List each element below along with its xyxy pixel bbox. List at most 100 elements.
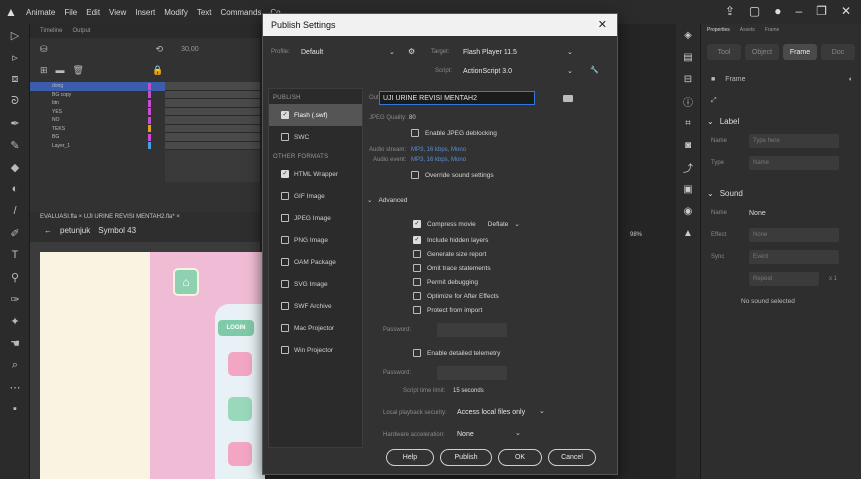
checkbox-icon[interactable] [281,346,289,354]
login-button[interactable]: LOGIN [218,320,254,336]
pin-icon[interactable]: ✦ [0,310,30,332]
publish-button[interactable]: Publish [440,449,492,466]
zoom-level[interactable]: 98% [630,232,642,238]
subselect-tool-icon[interactable]: ▹ [0,46,30,68]
checkbox-checked-icon[interactable]: ✓ [413,236,421,244]
tab-timeline[interactable]: Timeline [40,28,62,34]
format-swc[interactable]: SWC [269,126,362,148]
layer-row[interactable]: BG copy [30,91,165,100]
layer-row[interactable]: NO [30,116,165,125]
format-mac-projector[interactable]: Mac Projector [269,317,362,339]
workspace-icon[interactable]: ▢ [749,4,760,18]
telemetry-row[interactable]: Enable detailed telemetry [413,349,500,357]
frame-grid[interactable] [165,82,260,182]
checkbox-icon[interactable] [413,306,421,314]
optimize-ae-row[interactable]: Optimize for After Effects [413,292,499,300]
document-tabs[interactable]: EVALUASI.fla × UJI URINE REVISI MENTAH2.… [40,214,180,220]
line-tool-icon[interactable]: / [0,200,30,222]
new-layer-icon[interactable]: ⊞ [40,65,48,76]
selection-tool-icon[interactable]: ▷ [0,24,30,46]
menu-file[interactable]: File [64,8,77,17]
transform-dock-icon[interactable]: ⌗ [676,112,700,134]
menu-text[interactable]: Text [197,8,212,17]
crumb-symbol[interactable]: Symbol 43 [98,226,136,235]
lasso-tool-icon[interactable]: ᘐ [0,90,30,112]
checkbox-checked-icon[interactable]: ✓ [413,220,421,228]
text-tool-icon[interactable]: T [0,244,30,266]
delete-layer-icon[interactable]: 🗑 [73,65,84,76]
eraser-icon[interactable]: ◐ [0,178,30,200]
label-section[interactable]: ⌄ Label [701,112,861,130]
minimize-icon[interactable]: – [795,4,802,18]
menu-modify[interactable]: Modify [164,8,188,17]
tab-properties[interactable]: Properties [707,27,730,33]
compress-select[interactable]: Deflate [488,221,509,228]
ink-tool-icon[interactable]: ✐ [0,222,30,244]
stage-canvas[interactable]: ⌂ LOGIN [40,252,265,479]
wrench-icon[interactable]: 🔧 [590,66,599,74]
ok-button[interactable]: OK [498,449,542,466]
include-hidden-row[interactable]: ✓ Include hidden layers [413,236,488,244]
more-tools-icon[interactable]: ⋯ [0,376,30,398]
checkbox-icon[interactable] [281,192,289,200]
format-flash[interactable]: ✓ Flash (.swf) [269,104,362,126]
motion-dock-icon[interactable]: ⤴ [676,156,700,178]
menu-commands[interactable]: Commands [221,8,262,17]
home-button-icon[interactable]: ⌂ [173,268,199,296]
layer-row[interactable]: YES [30,108,165,117]
checkbox-icon[interactable] [413,292,421,300]
local-security-select[interactable]: Access local files only [453,406,525,419]
lock-icon[interactable]: 🔒 [152,65,163,76]
alert-button-icon[interactable] [228,352,252,376]
help-icon[interactable]: ◐ [849,76,853,83]
settings-icon[interactable]: ● [774,4,781,18]
checkbox-icon[interactable] [411,171,419,179]
protect-import-row[interactable]: Protect from import [413,306,482,314]
repeat-count[interactable]: x 1 [829,276,837,282]
transform-tool-icon[interactable]: ⧈ [0,68,30,90]
checkbox-icon[interactable] [281,324,289,332]
label-type-select[interactable]: Name [749,156,839,170]
script-limit-value[interactable]: 15 seconds [453,388,484,394]
checkbox-icon[interactable] [413,349,421,357]
close-icon[interactable]: ✕ [598,18,607,31]
subtab-doc[interactable]: Doc [821,44,855,60]
subtab-frame[interactable]: Frame [783,44,817,60]
password-input[interactable] [437,323,507,337]
brush-tool-icon[interactable]: ✎ [0,134,30,156]
subtab-object[interactable]: Object [745,44,779,60]
checkbox-icon[interactable] [281,236,289,244]
tab-output[interactable]: Output [72,28,90,34]
checkbox-icon[interactable] [281,258,289,266]
format-gif[interactable]: GIF Image [269,185,362,207]
checkbox-icon[interactable] [281,280,289,288]
checkbox-icon[interactable] [413,250,421,258]
checkbox-icon[interactable] [413,278,421,286]
frame-dock-icon[interactable]: ▣ [676,178,700,200]
checkbox-icon[interactable] [413,264,421,272]
book-button-icon[interactable] [228,397,252,421]
advanced-toggle[interactable]: ⌄ Advanced [367,196,407,205]
omit-trace-row[interactable]: Omit trace statements [413,264,491,272]
effect-select[interactable]: None [749,228,839,242]
output-name-input[interactable]: UJI URINE REVISI MENTAH2 [379,91,535,105]
format-html[interactable]: ✓ HTML Wrapper [269,163,362,185]
tab-frame[interactable]: Frame [765,27,779,33]
folder-icon[interactable] [563,95,573,102]
jpeg-quality-value[interactable]: 80 [409,115,416,121]
crumb-scene[interactable]: petunjuk [60,226,90,235]
hw-accel-select[interactable]: None [453,428,474,441]
checkbox-checked-icon[interactable]: ✓ [281,111,289,119]
cancel-button[interactable]: Cancel [548,449,596,466]
share-icon[interactable]: ⇪ [725,4,735,18]
override-sound-row[interactable]: Override sound settings [411,171,494,179]
checkbox-icon[interactable] [411,129,419,137]
script-select[interactable]: ActionScript 3.0 [459,65,569,78]
info-dock-icon[interactable]: ⓘ [676,90,700,112]
checkbox-icon[interactable] [281,302,289,310]
layer-row[interactable]: TEKS [30,125,165,134]
zoom-tool-icon[interactable]: ⌕ [0,354,30,376]
profile-select[interactable]: Default [297,46,397,59]
eyedropper-icon[interactable]: ✑ [0,288,30,310]
bone-tool-icon[interactable]: ⚲ [0,266,30,288]
